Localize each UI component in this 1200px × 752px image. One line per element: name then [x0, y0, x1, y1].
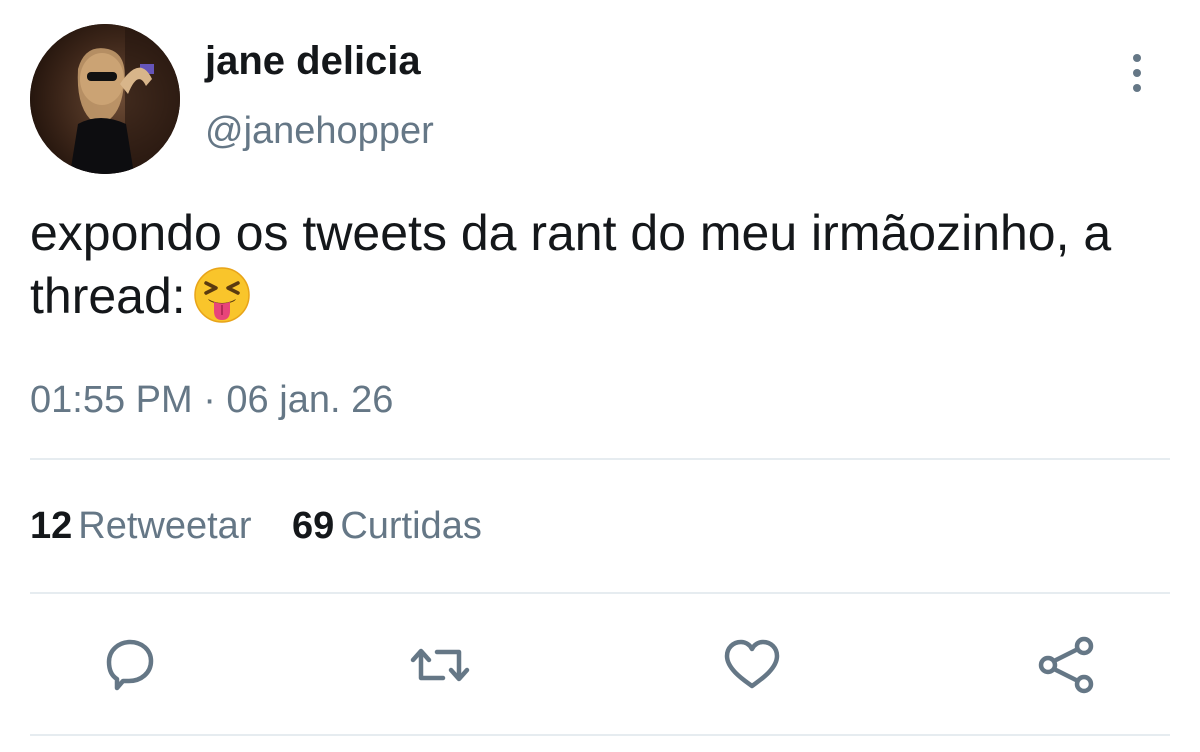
divider [30, 592, 1170, 594]
likes-count: 69 [292, 505, 335, 547]
squinting-face-with-tongue-icon [192, 265, 252, 325]
tweet-timestamp[interactable]: 01:55 PM · 06 jan. 26 [30, 376, 393, 424]
display-name[interactable]: jane delicia [205, 36, 421, 86]
reply-icon [106, 639, 154, 691]
likes-stat[interactable]: 69 Curtidas [292, 502, 482, 550]
avatar-image [30, 24, 180, 174]
tweet-actions-bar [0, 630, 1200, 700]
tweet-stats: 12 Retweetar 69 Curtidas [30, 502, 512, 550]
share-button[interactable] [1030, 630, 1100, 700]
retweet-icon [410, 648, 470, 682]
retweets-count: 12 [30, 505, 73, 547]
tweet-text: expondo os tweets da rant do meu irmãozi… [30, 202, 1150, 328]
retweets-stat[interactable]: 12 Retweetar [30, 502, 251, 550]
likes-label: Curtidas [340, 505, 482, 547]
divider [30, 458, 1170, 460]
avatar[interactable] [30, 24, 180, 174]
user-handle[interactable]: @janehopper [205, 106, 434, 156]
like-button[interactable] [717, 630, 787, 700]
heart-icon [724, 639, 780, 689]
more-vertical-icon [1133, 54, 1141, 92]
retweets-label: Retweetar [78, 505, 252, 547]
share-icon [1038, 636, 1094, 694]
retweet-button[interactable] [405, 630, 475, 700]
tweet-detail: jane delicia @janehopper expondo os twee… [0, 0, 1200, 752]
divider [30, 734, 1170, 736]
more-options-button[interactable] [1116, 52, 1158, 94]
reply-button[interactable] [95, 630, 165, 700]
